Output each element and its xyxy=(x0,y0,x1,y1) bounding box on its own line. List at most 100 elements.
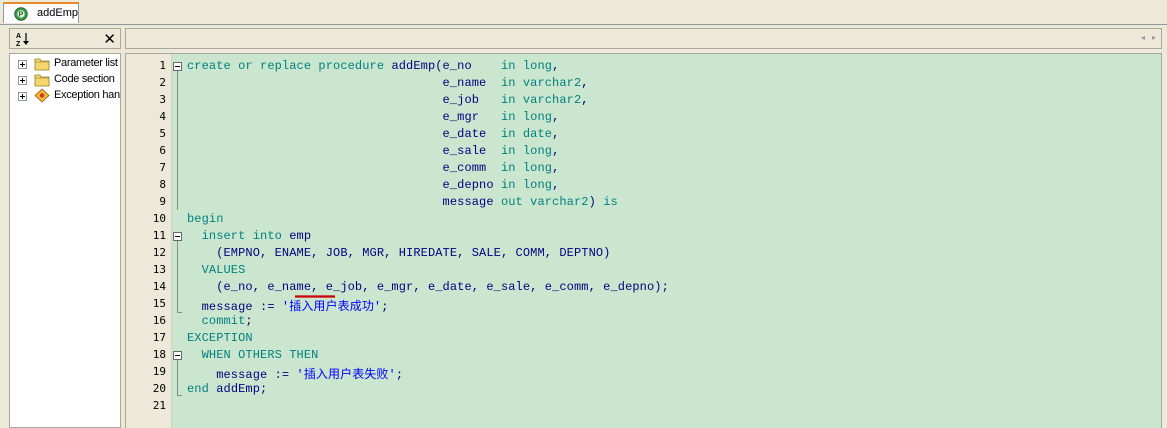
line-number: 1 xyxy=(159,59,166,72)
code-line[interactable]: 4 e_mgr in long, xyxy=(126,109,1161,126)
code-text: insert into emp xyxy=(187,229,311,243)
code-line[interactable]: 20 end addEmp; xyxy=(126,381,1161,398)
keyword-token: in long xyxy=(500,161,553,175)
identifier-token: ; xyxy=(395,368,404,382)
identifier-token: e_sale xyxy=(187,144,501,158)
code-line[interactable]: 8 e_depno in long, xyxy=(126,177,1161,194)
identifier-token: ; xyxy=(245,314,253,328)
code-text: e_date in date, xyxy=(187,127,560,141)
line-number: 10 xyxy=(152,212,166,225)
code-line[interactable]: 5 e_date in date, xyxy=(126,126,1161,143)
string-token: '插入用户表失败' xyxy=(296,368,396,382)
code-line[interactable]: 10 begin xyxy=(126,211,1161,228)
line-number: 5 xyxy=(159,127,166,140)
scroll-right-icon[interactable]: ▸ xyxy=(1152,33,1156,42)
code-line[interactable]: 17 EXCEPTION xyxy=(126,330,1161,347)
code-text: message := '插入用户表成功'; xyxy=(187,297,389,314)
keyword-token: create or replace procedure xyxy=(187,59,392,73)
keyword-token: EXCEPTION xyxy=(187,331,253,345)
folder-icon xyxy=(34,58,50,71)
line-number: 2 xyxy=(159,76,166,89)
code-line[interactable]: 12 (EMPNO, ENAME, JOB, MGR, HIREDATE, SA… xyxy=(126,245,1161,262)
identifier-token: , xyxy=(552,178,560,192)
line-number: 9 xyxy=(159,195,166,208)
identifier-token: , xyxy=(552,110,560,124)
code-line[interactable]: 1 create or replace procedure addEmp(e_no… xyxy=(126,58,1161,75)
code-line[interactable]: 16 commit; xyxy=(126,313,1161,330)
code-text: commit; xyxy=(187,314,253,328)
identifier-token: ) xyxy=(588,195,604,209)
code-text: begin xyxy=(187,212,224,226)
identifier-token: e_job xyxy=(187,93,501,107)
code-text: e_mgr in long, xyxy=(187,110,560,124)
close-icon[interactable]: ✕ xyxy=(103,29,116,49)
code-line[interactable]: 7 e_comm in long, xyxy=(126,160,1161,177)
code-line[interactable]: 14 (e_no, e_name, e_job, e_mgr, e_date, … xyxy=(126,279,1161,296)
identifier-token: , xyxy=(581,76,589,90)
keyword-token: out varchar2 xyxy=(500,195,589,209)
keyword-token: in long xyxy=(500,110,553,124)
code-line[interactable]: 19 message := '插入用户表失败'; xyxy=(126,364,1161,382)
identifier-token: e_comm xyxy=(187,161,501,175)
keyword-token: is xyxy=(603,195,618,209)
line-number: 14 xyxy=(152,280,166,293)
code-line[interactable]: 18 WHEN OTHERS THEN xyxy=(126,347,1161,364)
editor-toolbar: ◂ ▸ xyxy=(125,28,1162,49)
code-line[interactable]: 2 e_name in varchar2, xyxy=(126,75,1161,92)
code-line[interactable]: 3 e_job in varchar2, xyxy=(126,92,1161,109)
svg-text:A: A xyxy=(16,33,21,40)
expand-icon[interactable] xyxy=(18,76,27,85)
identifier-token: message := xyxy=(187,368,297,382)
identifier-token: (EMPNO, ENAME, JOB, MGR, HIREDATE, SALE,… xyxy=(187,246,611,260)
line-number: 3 xyxy=(159,93,166,106)
tree-item-exception-handlers[interactable]: Exception handlers xyxy=(10,88,120,104)
panel-toolbar: A Z ✕ xyxy=(9,28,121,49)
sort-alpha-icon[interactable]: A Z xyxy=(15,31,31,47)
code-line[interactable]: 21 xyxy=(126,398,1161,415)
svg-text:Z: Z xyxy=(16,41,21,47)
identifier-token: addEmp; xyxy=(216,382,268,396)
code-editor[interactable]: 1 create or replace procedure addEmp(e_no… xyxy=(125,53,1162,428)
string-token: '插入用户表成功' xyxy=(281,300,382,314)
line-number: 18 xyxy=(152,348,166,361)
code-line[interactable]: 13 VALUES xyxy=(126,262,1161,279)
tree-item-code-section[interactable]: Code section xyxy=(10,72,120,88)
keyword-token: in varchar2 xyxy=(500,93,582,107)
code-line[interactable]: 15 message := '插入用户表成功'; xyxy=(126,296,1161,314)
keyword-token: in long xyxy=(500,144,553,158)
identifier-token: , xyxy=(552,59,560,73)
identifier-token: e_depno xyxy=(187,178,501,192)
identifier-token: emp xyxy=(289,229,312,243)
code-line[interactable]: 11 insert into emp xyxy=(126,228,1161,245)
keyword-token: insert into xyxy=(187,229,290,243)
tab-addemp[interactable]: P addEmp xyxy=(3,2,79,23)
scroll-left-icon[interactable]: ◂ xyxy=(1141,33,1145,42)
collapse-icon[interactable] xyxy=(173,62,182,71)
identifier-token: message xyxy=(187,195,501,209)
collapse-icon[interactable] xyxy=(173,232,182,241)
identifier-token: , xyxy=(552,144,560,158)
code-text: (e_no, e_name, e_job, e_mgr, e_date, e_s… xyxy=(187,280,669,294)
keyword-token: WHEN OTHERS THEN xyxy=(187,348,319,362)
line-number: 16 xyxy=(152,314,166,327)
expand-icon[interactable] xyxy=(18,92,27,101)
identifier-token: , xyxy=(552,127,560,141)
code-line[interactable]: 9 message out varchar2) is xyxy=(126,194,1161,211)
expand-icon[interactable] xyxy=(18,60,27,69)
line-number: 6 xyxy=(159,144,166,157)
identifier-token: ; xyxy=(381,300,389,314)
code-line[interactable]: 6 e_sale in long, xyxy=(126,143,1161,160)
line-number: 11 xyxy=(152,229,166,242)
line-number: 7 xyxy=(159,161,166,174)
tab-strip: P addEmp xyxy=(0,0,1167,25)
keyword-token: begin xyxy=(187,212,224,226)
identifier-token: , xyxy=(581,93,589,107)
tree-item-parameter-list[interactable]: Parameter list xyxy=(10,56,120,72)
object-browser-panel: A Z ✕ Parameter list Code section Except… xyxy=(7,28,121,428)
tab-label: addEmp xyxy=(37,7,78,19)
code-text: e_job in varchar2, xyxy=(187,93,589,107)
collapse-icon[interactable] xyxy=(173,351,182,360)
folder-icon xyxy=(34,74,50,87)
line-number: 4 xyxy=(159,110,166,123)
code-text: message out varchar2) is xyxy=(187,195,618,209)
